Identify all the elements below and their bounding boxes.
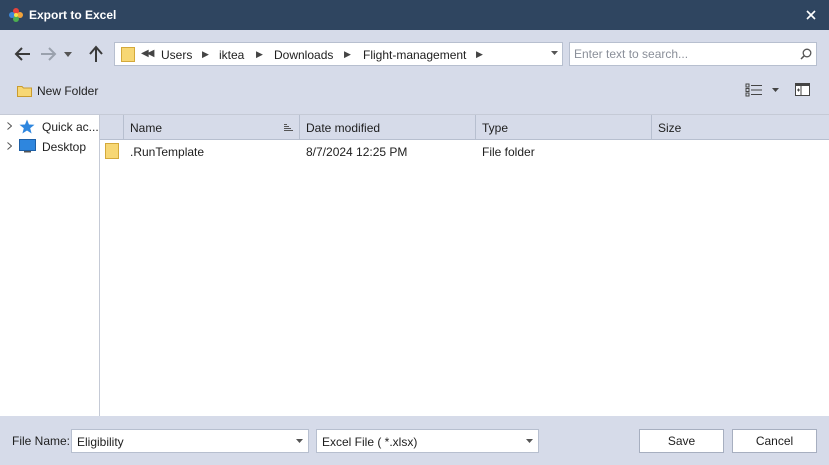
search-box bbox=[569, 42, 817, 66]
column-header-size[interactable]: Size bbox=[652, 115, 829, 140]
arrow-up-icon bbox=[89, 45, 103, 62]
view-details-icon[interactable] bbox=[745, 83, 763, 97]
crumb-flight-management[interactable]: Flight-management bbox=[363, 48, 466, 62]
tree-item-desktop[interactable]: Desktop bbox=[0, 137, 99, 155]
file-name-cell: .RunTemplate bbox=[130, 145, 205, 159]
search-icon[interactable] bbox=[800, 48, 812, 60]
file-name-label: File Name: bbox=[12, 434, 71, 448]
app-logo-icon bbox=[9, 8, 23, 22]
tree-item-label: Desktop bbox=[42, 140, 87, 154]
file-type-select[interactable]: Excel File ( *.xlsx) bbox=[316, 429, 539, 453]
column-header-spacer bbox=[100, 115, 124, 140]
crumb-separator-icon[interactable]: ▶ bbox=[344, 49, 351, 60]
table-row[interactable]: .RunTemplate 8/7/2024 12:25 PM File fold… bbox=[100, 142, 829, 162]
column-header-type[interactable]: Type bbox=[476, 115, 652, 140]
folder-icon bbox=[121, 47, 135, 62]
sort-icon bbox=[284, 124, 293, 131]
address-bar[interactable]: ◀◀ Users ▶ iktea ▶ Downloads ▶ Flight-ma… bbox=[114, 42, 563, 66]
navigation-pane: Quick ac... Desktop bbox=[0, 114, 100, 416]
tree-item-label: Quick ac... bbox=[42, 120, 98, 134]
file-list: Name Date modified Type Size .RunTemplat… bbox=[100, 114, 829, 416]
forward-button[interactable] bbox=[37, 43, 59, 65]
star-icon bbox=[19, 119, 35, 134]
window-title: Export to Excel bbox=[29, 8, 117, 22]
chevron-down-icon[interactable] bbox=[551, 51, 558, 55]
cancel-button[interactable]: Cancel bbox=[732, 429, 817, 453]
folder-icon bbox=[105, 143, 119, 159]
crumb-downloads[interactable]: Downloads bbox=[274, 48, 333, 62]
save-button[interactable]: Save bbox=[639, 429, 724, 453]
preview-pane-icon[interactable] bbox=[795, 83, 810, 96]
column-header-name[interactable]: Name bbox=[124, 115, 300, 140]
file-type-value: Excel File ( *.xlsx) bbox=[322, 435, 418, 449]
close-icon bbox=[806, 10, 816, 20]
up-button[interactable] bbox=[85, 43, 107, 65]
crumb-separator-icon[interactable]: ▶ bbox=[476, 49, 483, 60]
chevron-down-icon[interactable] bbox=[296, 439, 303, 443]
desktop-icon bbox=[19, 139, 36, 153]
double-chevron-left-icon[interactable]: ◀◀ bbox=[141, 48, 154, 59]
type-cell: File folder bbox=[482, 145, 535, 159]
arrow-right-icon bbox=[41, 47, 57, 61]
folder-icon bbox=[17, 86, 32, 97]
column-header-date-modified[interactable]: Date modified bbox=[300, 115, 476, 140]
close-button[interactable] bbox=[793, 0, 829, 30]
crumb-users[interactable]: Users bbox=[161, 48, 192, 62]
new-folder-label: New Folder bbox=[37, 84, 99, 98]
recent-locations-button[interactable] bbox=[61, 43, 75, 65]
date-modified-cell: 8/7/2024 12:25 PM bbox=[306, 145, 408, 159]
file-name-combo bbox=[71, 429, 309, 453]
file-name-input[interactable] bbox=[77, 434, 287, 450]
crumb-separator-icon[interactable]: ▶ bbox=[202, 49, 209, 60]
expand-arrow-icon[interactable] bbox=[7, 122, 12, 130]
search-input[interactable] bbox=[574, 46, 794, 62]
chevron-down-icon[interactable] bbox=[772, 88, 779, 92]
new-folder-button[interactable]: New Folder bbox=[17, 82, 98, 100]
arrow-left-icon bbox=[14, 47, 30, 61]
crumb-iktea[interactable]: iktea bbox=[219, 48, 244, 62]
crumb-separator-icon[interactable]: ▶ bbox=[256, 49, 263, 60]
chevron-down-icon bbox=[526, 439, 533, 443]
tree-item-quick-access[interactable]: Quick ac... bbox=[0, 117, 99, 135]
chevron-down-icon bbox=[64, 51, 72, 57]
back-button[interactable] bbox=[12, 43, 34, 65]
title-bar: Export to Excel bbox=[0, 0, 829, 30]
expand-arrow-icon[interactable] bbox=[7, 142, 12, 150]
